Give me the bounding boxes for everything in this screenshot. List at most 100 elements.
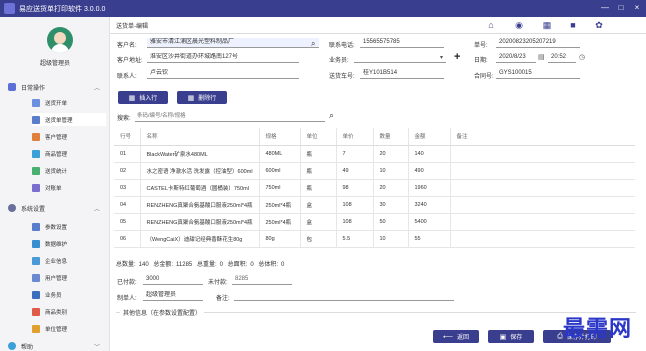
- maker-field[interactable]: 超级管理员: [143, 291, 203, 301]
- vehicle-field[interactable]: 桂Y101B514: [360, 69, 444, 79]
- cell-amount[interactable]: 490: [407, 162, 450, 180]
- cell-price[interactable]: 98: [335, 179, 373, 197]
- search-icon[interactable]: ⌕: [329, 110, 334, 121]
- address-field[interactable]: 淮安区沙井街道办环城路南127号: [147, 53, 299, 63]
- contact-phone-field[interactable]: 15565575785: [360, 38, 444, 48]
- cell-row-no[interactable]: 06: [114, 230, 140, 248]
- video-icon[interactable]: ■: [568, 20, 578, 30]
- add-salesman-button[interactable]: +: [454, 51, 460, 63]
- cell-spec[interactable]: 80g: [258, 230, 300, 248]
- cell-row-no[interactable]: 04: [114, 196, 140, 214]
- sidebar-item-data-maint[interactable]: 数据维护: [32, 237, 106, 250]
- delete-row-button[interactable]: ▦ 删除行: [177, 91, 227, 104]
- cell-remark[interactable]: [449, 145, 635, 163]
- table-row[interactable]: 03 CASTEL卡斯特红葡萄酒（圆桶装）750ml 750ml 瓶 98 20 1960: [114, 179, 635, 197]
- sidebar-item-users[interactable]: 用户管理: [32, 271, 106, 284]
- maximize-button[interactable]: □: [616, 3, 626, 13]
- group-daily-ops[interactable]: 日常操作 ︿: [8, 81, 104, 93]
- cell-remark[interactable]: [449, 213, 635, 231]
- sidebar-item-stats[interactable]: 送货统计: [32, 164, 106, 177]
- cell-name[interactable]: RENZHENG真聚合氨基酸口服液250ml*4瓶: [139, 196, 259, 214]
- group-system-settings[interactable]: 系统设置 ︿: [8, 202, 104, 214]
- cell-price[interactable]: 5.5: [335, 230, 373, 248]
- sidebar-item-units[interactable]: 单位管理: [32, 322, 106, 335]
- back-button[interactable]: ⟵ 返回: [433, 330, 479, 343]
- sidebar-item-delivery-manage[interactable]: 送货单管理: [32, 113, 106, 126]
- cell-spec[interactable]: 600ml: [258, 162, 300, 180]
- sidebar-item-salesman[interactable]: 业务员: [32, 288, 106, 301]
- cell-spec[interactable]: 750ml: [258, 179, 300, 197]
- cell-qty[interactable]: 10: [372, 162, 408, 180]
- user-circle-icon[interactable]: ◉: [514, 20, 524, 30]
- cell-unit[interactable]: 包: [299, 230, 336, 248]
- cell-spec[interactable]: 250ml*4瓶: [258, 196, 300, 214]
- palette-icon[interactable]: ✿: [594, 20, 604, 30]
- group-help[interactable]: 帮助 ﹀: [8, 340, 104, 351]
- date-field[interactable]: 2020/8/23: [496, 53, 536, 63]
- cell-unit[interactable]: 瓶: [299, 145, 336, 163]
- sidebar-item-customers[interactable]: 客户管理: [32, 130, 106, 143]
- table-row[interactable]: 05 RENZHENG真聚合氨基酸口服液250ml*4瓶 250ml*4瓶盒 108 5…: [114, 213, 635, 231]
- table-row[interactable]: 04 RENZHENG真聚合氨基酸口服液250ml*4瓶 250ml*4瓶盒 108 3…: [114, 196, 635, 214]
- cell-price[interactable]: 7: [335, 145, 373, 163]
- search-input[interactable]: [135, 111, 325, 122]
- cell-name[interactable]: 水之密语 净澈水活 洗发露（控油型）600ml: [139, 162, 259, 180]
- cell-price[interactable]: 49: [335, 162, 373, 180]
- table-row[interactable]: 01 BlackWater矿泉水480ML 480ML 瓶 7 20 140: [114, 145, 635, 163]
- sidebar-item-goods[interactable]: 商品管理: [32, 147, 106, 160]
- cell-unit[interactable]: 瓶: [299, 179, 336, 197]
- home-icon[interactable]: ⌂: [486, 20, 496, 30]
- cell-spec[interactable]: 480ML: [258, 145, 300, 163]
- cell-price[interactable]: 108: [335, 213, 373, 231]
- table-row[interactable]: 06 （WengCaiX）迪甜记经典香酥花生80g 80g 包 5.5 10 55: [114, 230, 635, 248]
- paid-field[interactable]: 3000: [143, 275, 203, 285]
- cell-unit[interactable]: 瓶: [299, 162, 336, 180]
- cell-unit[interactable]: 盒: [299, 196, 336, 214]
- cell-spec[interactable]: 250ml*4瓶: [258, 213, 300, 231]
- cell-amount[interactable]: 5400: [407, 213, 450, 231]
- cell-qty[interactable]: 20: [372, 179, 408, 197]
- cell-amount[interactable]: 55: [407, 230, 450, 248]
- cell-name[interactable]: CASTEL卡斯特红葡萄酒（圆桶装）750ml: [139, 179, 259, 197]
- search-icon[interactable]: ⌕: [311, 39, 315, 49]
- remark-field[interactable]: [234, 291, 454, 301]
- close-button[interactable]: ×: [632, 3, 642, 13]
- time-field[interactable]: 20:52: [548, 53, 576, 63]
- cell-unit[interactable]: 盒: [299, 213, 336, 231]
- cell-remark[interactable]: [449, 196, 635, 214]
- cell-amount[interactable]: 1960: [407, 179, 450, 197]
- sidebar-item-new-delivery[interactable]: 送货开单: [32, 96, 106, 109]
- cell-remark[interactable]: [449, 162, 635, 180]
- cell-qty[interactable]: 30: [372, 196, 408, 214]
- contact-field[interactable]: 卢云钦: [147, 69, 299, 79]
- sidebar-item-company[interactable]: 企业信息: [32, 254, 106, 267]
- calendar-icon[interactable]: ▤: [538, 53, 545, 61]
- salesman-select[interactable]: [354, 53, 446, 63]
- insert-row-button[interactable]: ▦ 插入行: [118, 91, 168, 104]
- dropdown-arrow-icon[interactable]: ▾: [440, 54, 443, 61]
- tab-delivery-edit[interactable]: 送货单-编辑: [116, 21, 148, 30]
- cell-qty[interactable]: 50: [372, 213, 408, 231]
- cell-qty[interactable]: 20: [372, 145, 408, 163]
- cell-name[interactable]: BlackWater矿泉水480ML: [139, 145, 259, 163]
- calculator-icon[interactable]: ▦: [542, 20, 552, 30]
- minimize-button[interactable]: —: [600, 3, 610, 13]
- cell-amount[interactable]: 140: [407, 145, 450, 163]
- cell-price[interactable]: 108: [335, 196, 373, 214]
- clock-icon[interactable]: ◷: [579, 53, 585, 61]
- sidebar-item-params[interactable]: 参数设置: [32, 220, 106, 233]
- cell-remark[interactable]: [449, 230, 635, 248]
- sidebar-item-statement[interactable]: 对账单: [32, 181, 106, 194]
- save-button[interactable]: ▣ 保存: [488, 330, 534, 343]
- cell-qty[interactable]: 10: [372, 230, 408, 248]
- cell-row-no[interactable]: 03: [114, 179, 140, 197]
- table-row[interactable]: 02 水之密语 净澈水活 洗发露（控油型）600ml 600ml 瓶 49 10 490: [114, 162, 635, 180]
- cell-row-no[interactable]: 02: [114, 162, 140, 180]
- cell-row-no[interactable]: 01: [114, 145, 140, 163]
- cell-amount[interactable]: 3240: [407, 196, 450, 214]
- order-no-field[interactable]: 20200823205207219: [496, 38, 580, 48]
- sidebar-item-category[interactable]: 商品类别: [32, 305, 106, 318]
- cell-remark[interactable]: [449, 179, 635, 197]
- cell-name[interactable]: RENZHENG真聚合氨基酸口服液250ml*4瓶: [139, 213, 259, 231]
- customer-name-field[interactable]: 雅安市清江浦区晨光塑料制品厂: [147, 38, 319, 48]
